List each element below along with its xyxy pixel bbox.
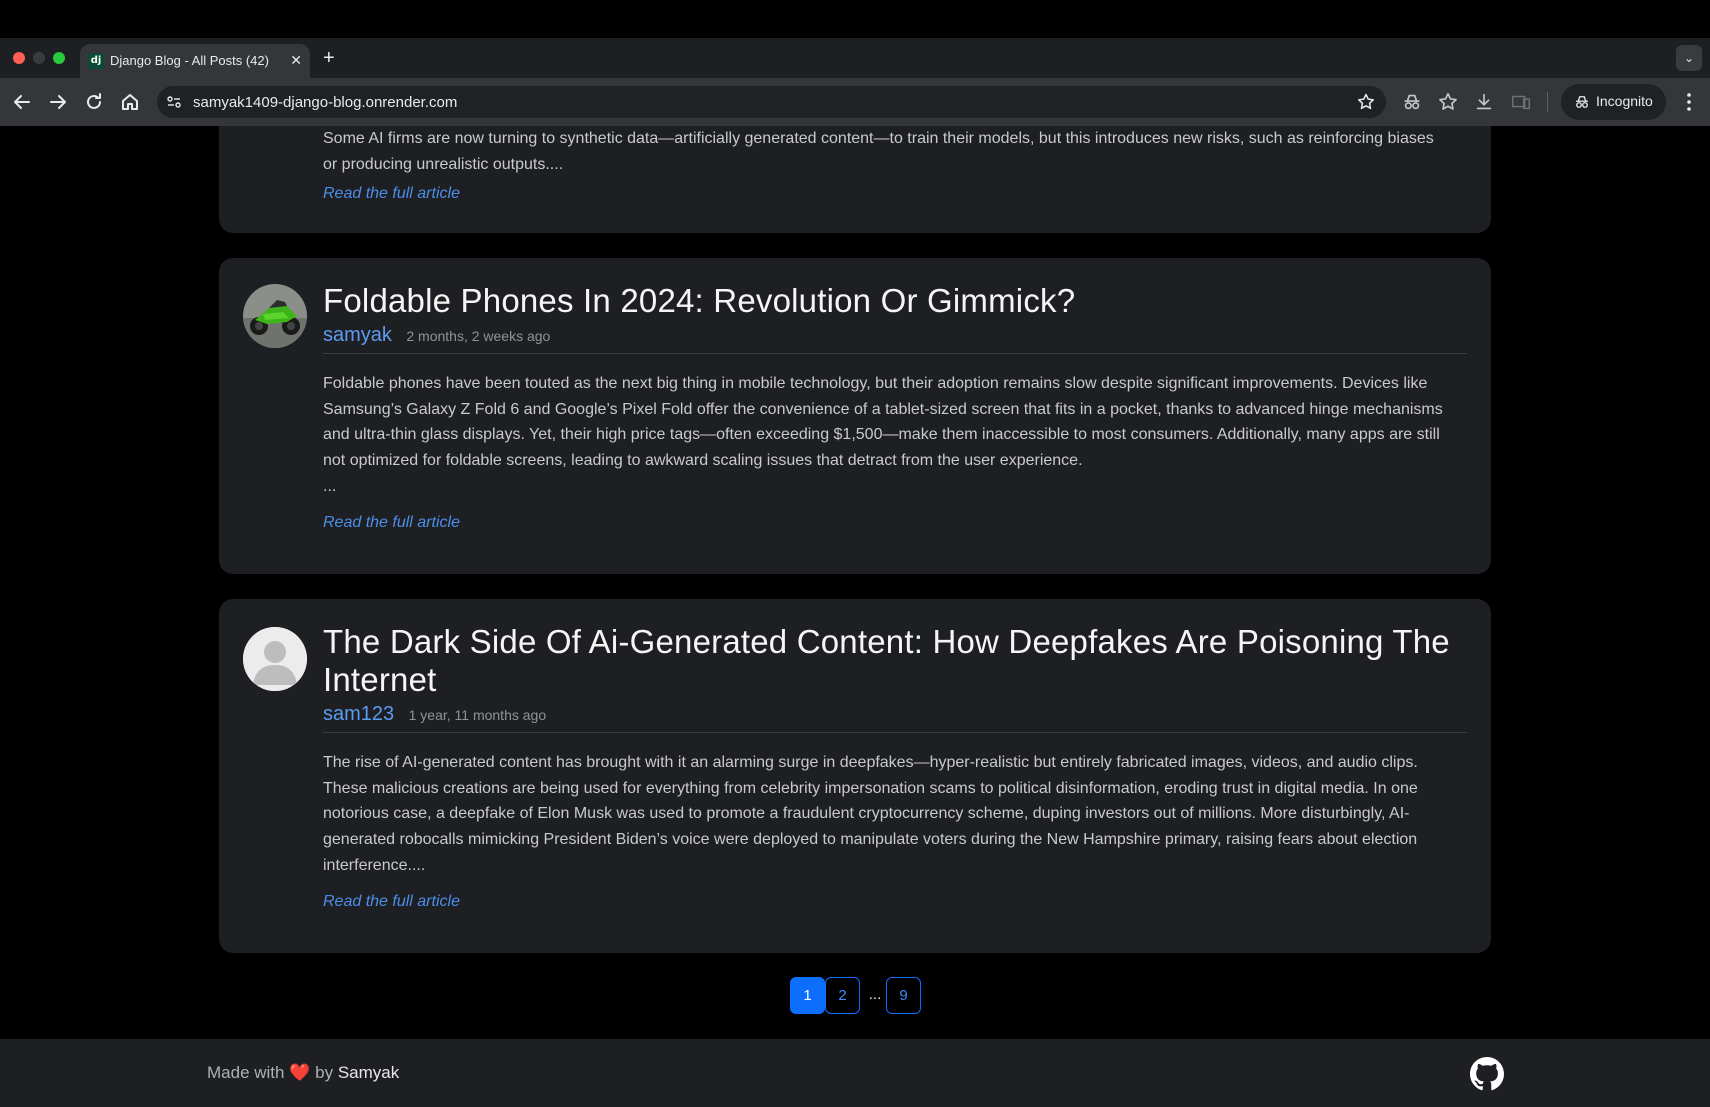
page-2-button[interactable]: 2 <box>825 977 860 1014</box>
footer-credit: Made with ❤️ by Samyak <box>207 1063 399 1083</box>
incognito-label: Incognito <box>1596 93 1653 109</box>
post-date: 1 year, 11 months ago <box>408 707 547 723</box>
post-title[interactable]: Foldable Phones In 2024: Revolution Or G… <box>323 282 1467 320</box>
post-excerpt-ellipsis: ... <box>323 478 337 495</box>
post-date: 2 months, 2 weeks ago <box>406 328 551 344</box>
author-link[interactable]: sam123 <box>323 703 394 725</box>
read-more-link[interactable]: Read the full article <box>323 185 460 203</box>
footer-made-with: Made with <box>207 1063 285 1082</box>
browser-chrome: dj Django Blog - All Posts (42) ✕ + ⌄ sa… <box>0 0 1710 126</box>
close-tab-icon[interactable]: ✕ <box>290 52 302 68</box>
footer-by: by <box>315 1063 334 1082</box>
home-icon[interactable] <box>118 90 142 114</box>
post-meta: samyak 2 months, 2 weeks ago <box>323 324 1467 354</box>
incognito-icon <box>1576 96 1588 108</box>
post-excerpt: Foldable phones have been touted as the … <box>323 375 1443 470</box>
toolbar-divider <box>1547 92 1548 112</box>
incognito-badge[interactable]: Incognito <box>1561 84 1666 120</box>
read-more-link[interactable]: Read the full article <box>323 514 460 532</box>
page-1-button[interactable]: 1 <box>790 977 825 1014</box>
maximize-window-button[interactable] <box>53 52 65 64</box>
bookmark-star-icon[interactable] <box>1356 92 1376 112</box>
site-settings-icon[interactable] <box>166 94 182 110</box>
footer-author-link[interactable]: Samyak <box>338 1063 399 1082</box>
post-title[interactable]: The Dark Side Of Ai-Generated Content: H… <box>323 623 1467 699</box>
pagination-ellipsis: ... <box>868 986 882 1003</box>
url-text[interactable]: samyak1409-django-blog.onrender.com <box>193 94 457 111</box>
footer: Made with ❤️ by Samyak <box>0 1039 1710 1107</box>
post-meta: sam123 1 year, 11 months ago <box>323 703 1467 733</box>
author-avatar[interactable] <box>243 284 307 348</box>
browser-tab[interactable]: dj Django Blog - All Posts (42) ✕ <box>80 44 310 78</box>
minimize-window-button[interactable] <box>33 52 45 64</box>
more-menu-icon[interactable] <box>1681 91 1697 113</box>
post-excerpt: Some AI firms are now turning to synthet… <box>323 130 1434 173</box>
tab-search-chevron-icon[interactable]: ⌄ <box>1676 45 1702 71</box>
github-icon[interactable] <box>1470 1057 1504 1091</box>
back-arrow-icon[interactable] <box>10 90 34 114</box>
author-avatar[interactable] <box>243 627 307 691</box>
motorcycle-avatar-icon <box>243 284 307 348</box>
django-favicon-icon: dj <box>88 53 104 69</box>
incognito-extension-icon[interactable] <box>1401 91 1423 113</box>
reload-icon[interactable] <box>82 90 106 114</box>
browser-toolbar: samyak1409-django-blog.onrender.com Inco… <box>0 78 1710 126</box>
read-more-link[interactable]: Read the full article <box>323 893 460 911</box>
address-bar[interactable]: samyak1409-django-blog.onrender.com <box>157 86 1386 118</box>
post-excerpt: The rise of AI-generated content has bro… <box>323 754 1418 874</box>
heart-icon: ❤️ <box>289 1063 311 1082</box>
download-icon[interactable] <box>1473 91 1495 113</box>
post-card: Some AI firms are now turning to synthet… <box>219 126 1491 233</box>
close-window-button[interactable] <box>13 52 25 64</box>
new-tab-button[interactable]: + <box>323 46 335 70</box>
page-content: Some AI firms are now turning to synthet… <box>0 126 1710 1107</box>
devices-icon[interactable] <box>1510 91 1532 113</box>
page-last-button[interactable]: 9 <box>886 977 921 1014</box>
post-card: Foldable Phones In 2024: Revolution Or G… <box>219 258 1491 574</box>
forward-arrow-icon[interactable] <box>46 90 70 114</box>
default-user-avatar-icon <box>243 627 307 691</box>
post-card: The Dark Side Of Ai-Generated Content: H… <box>219 599 1491 953</box>
tab-title: Django Blog - All Posts (42) <box>110 53 269 68</box>
bookmarks-star-icon[interactable] <box>1437 91 1459 113</box>
author-link[interactable]: samyak <box>323 324 392 346</box>
